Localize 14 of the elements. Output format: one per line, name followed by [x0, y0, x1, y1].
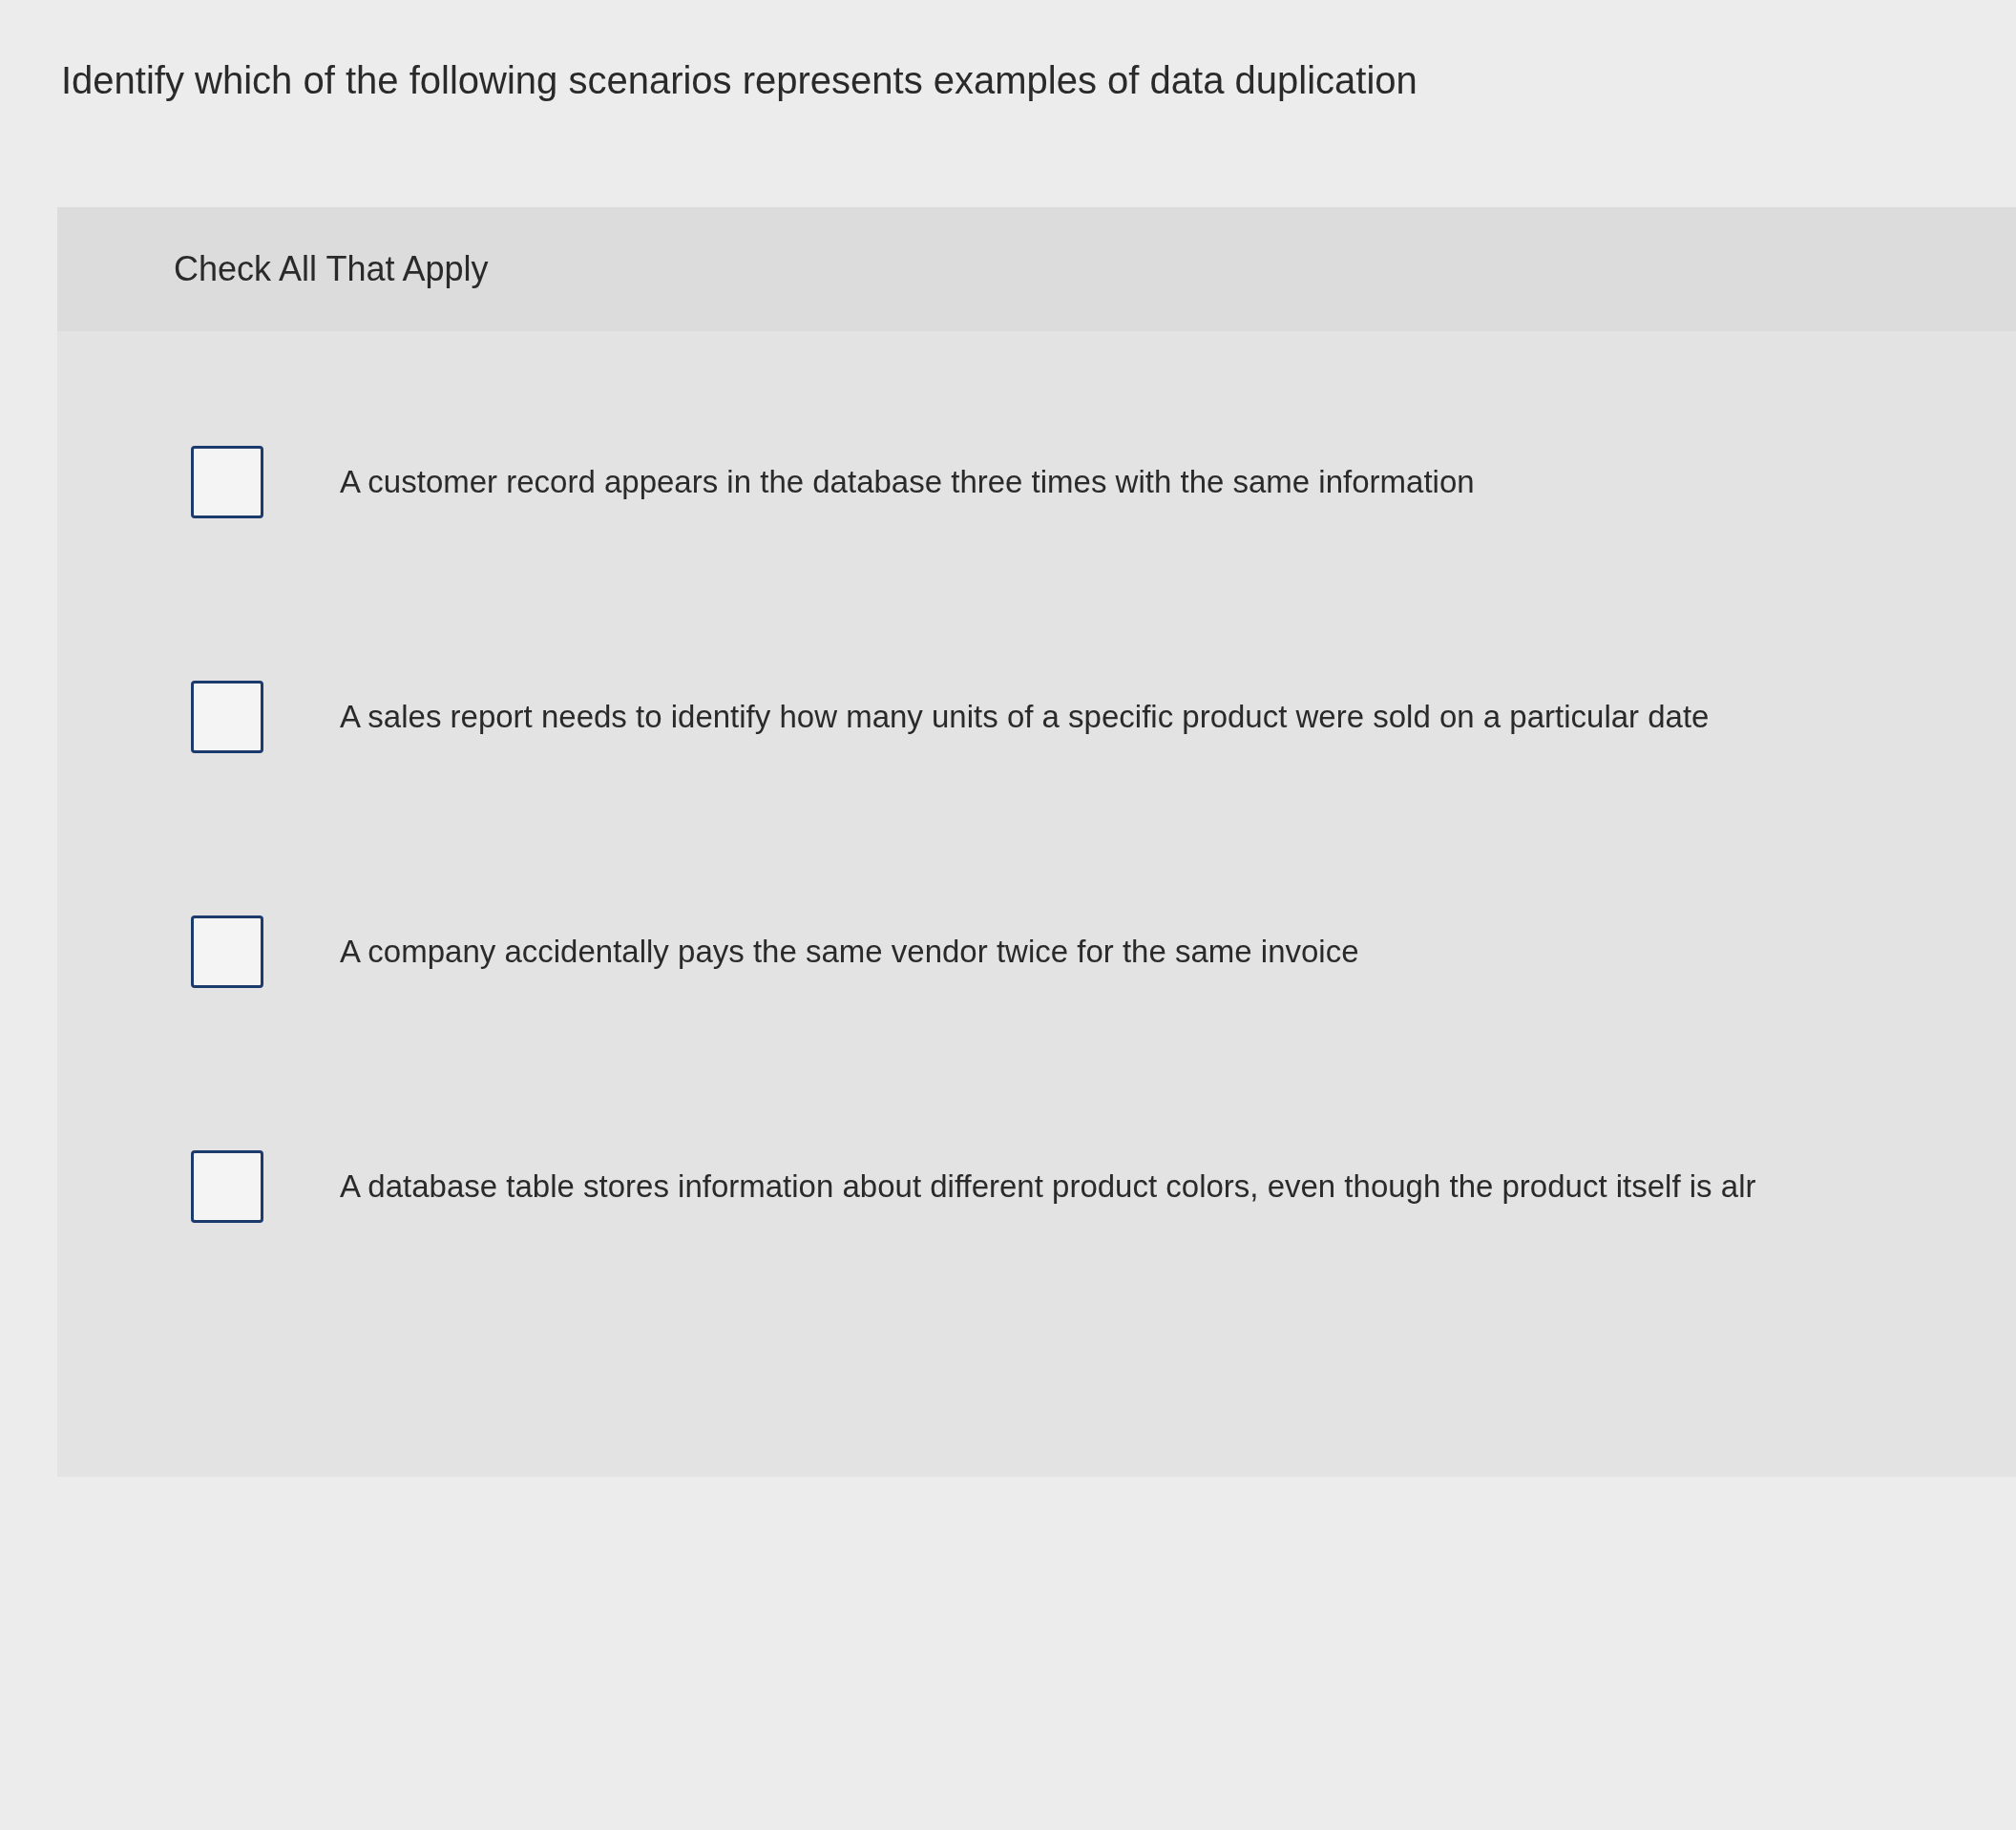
checkbox[interactable]	[191, 681, 263, 753]
checkbox[interactable]	[191, 915, 263, 988]
question-text: Identify which of the following scenarios represents examples of data duplication	[60, 59, 1418, 102]
option-text: A company accidentally pays the same vendor twice for the same invoice	[340, 934, 1359, 970]
answer-option[interactable]: A company accidentally pays the same vendor twice for the same invoice	[191, 915, 2016, 988]
option-text: A database table stores information about different product colors, even though the product itself is alr	[340, 1168, 1756, 1205]
instruction-text: Check All That Apply	[174, 249, 489, 288]
checkbox[interactable]	[191, 446, 263, 518]
option-text: A sales report needs to identify how many units of a specific product were sold on a particular date	[340, 699, 1710, 735]
answer-option[interactable]: A sales report needs to identify how many units of a specific product were sold on a particular date	[191, 681, 2016, 753]
answer-option[interactable]: A database table stores information about different product colors, even though the product itself is alr	[191, 1150, 2016, 1223]
checkbox[interactable]	[191, 1150, 263, 1223]
answer-option[interactable]: A customer record appears in the database three times with the same information	[191, 446, 2016, 518]
option-text: A customer record appears in the database three times with the same information	[340, 464, 1475, 500]
